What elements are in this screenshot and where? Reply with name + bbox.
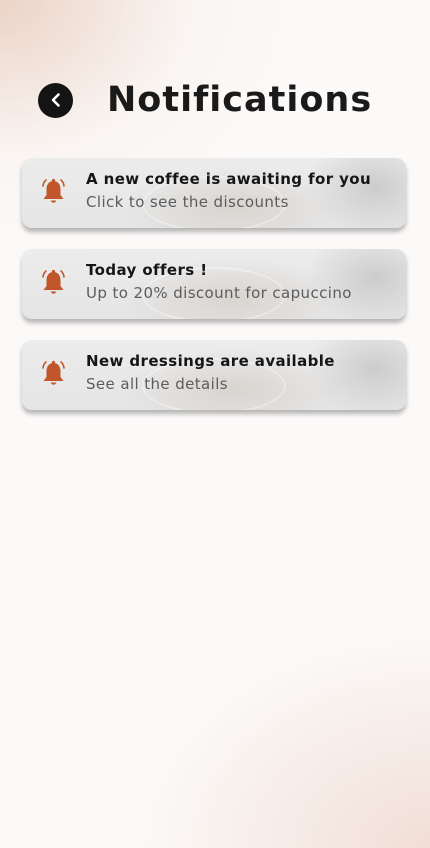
- notification-card[interactable]: New dressings are available See all the …: [22, 340, 406, 410]
- notification-subtitle: Up to 20% discount for capuccino: [86, 284, 352, 302]
- notification-title: A new coffee is awaiting for you: [86, 170, 372, 188]
- notification-text: Today offers ! Up to 20% discount for ca…: [86, 261, 398, 302]
- back-button[interactable]: [38, 82, 73, 118]
- page-title: Notifications: [107, 80, 373, 120]
- bell-icon: [42, 360, 65, 385]
- notification-text: A new coffee is awaiting for you Click t…: [86, 170, 398, 211]
- header: Notifications: [38, 80, 410, 120]
- notification-text: New dressings are available See all the …: [86, 352, 398, 393]
- bell-icon: [42, 178, 65, 203]
- notification-card[interactable]: Today offers ! Up to 20% discount for ca…: [22, 249, 406, 319]
- notification-title: Today offers !: [86, 261, 208, 279]
- notification-subtitle: See all the details: [86, 375, 228, 393]
- bell-icon: [42, 269, 65, 294]
- chevron-left-icon: [51, 93, 60, 107]
- notification-title: New dressings are available: [86, 352, 335, 370]
- notification-subtitle: Click to see the discounts: [86, 193, 289, 211]
- notification-card[interactable]: A new coffee is awaiting for you Click t…: [22, 158, 406, 228]
- notification-list: A new coffee is awaiting for you Click t…: [22, 158, 406, 431]
